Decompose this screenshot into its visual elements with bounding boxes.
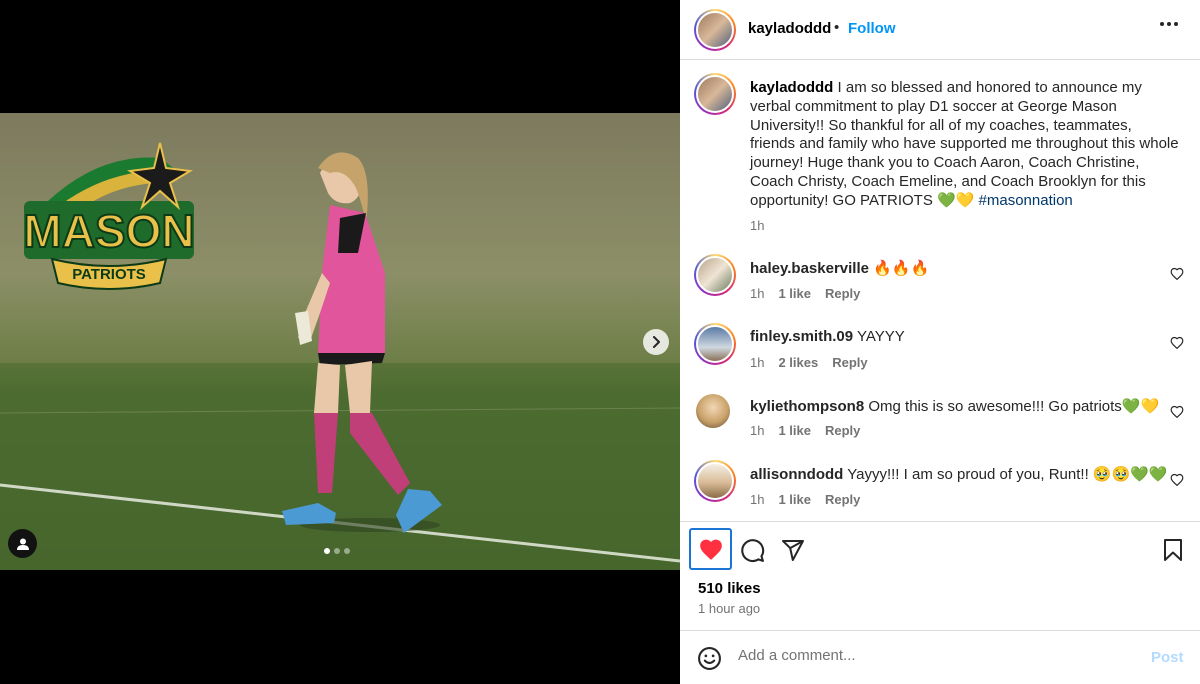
comment-time[interactable]: 1h (750, 355, 764, 370)
comment-meta: 1h 1 like Reply (750, 423, 860, 438)
caption-avatar[interactable] (694, 73, 736, 115)
logo-subtext: PATRIOTS (72, 266, 146, 283)
heart-filled-icon (699, 539, 722, 560)
comment-likes[interactable]: 1 like (778, 492, 811, 507)
post-timestamp[interactable]: 1 hour ago (698, 601, 760, 616)
next-slide-button[interactable] (643, 329, 669, 355)
heart-outline-icon[interactable] (1170, 473, 1184, 486)
reply-button[interactable]: Reply (825, 492, 860, 507)
emoji-icon[interactable] (697, 646, 722, 671)
tagged-users-button[interactable] (8, 529, 37, 558)
post-comment-button[interactable]: Post (1151, 649, 1184, 666)
comment-icon[interactable] (740, 538, 765, 563)
add-comment-bar: Post (680, 630, 1200, 684)
carousel-dot-2 (334, 548, 340, 554)
likes-count[interactable]: 510 likes (698, 580, 761, 597)
comment-meta: 1h 1 like Reply (750, 286, 860, 301)
chevron-right-icon (653, 336, 660, 348)
logo-text: MASON (23, 205, 194, 257)
like-button[interactable] (689, 528, 732, 570)
caption-meta: 1h (750, 218, 764, 233)
comment: kyliethompson8 Omg this is so awesome!!!… (750, 397, 1159, 415)
comments-section: kayladoddd I am so blessed and honored t… (680, 61, 1200, 521)
comment-likes[interactable]: 1 like (778, 423, 811, 438)
follow-button[interactable]: Follow (848, 20, 896, 37)
comment-username[interactable]: finley.smith.09 (750, 328, 853, 345)
author-avatar[interactable] (694, 9, 736, 51)
carousel-dots (324, 548, 350, 554)
caption-body: I am so blessed and honored to announce … (750, 79, 1179, 209)
user-tag-icon (16, 538, 29, 550)
carousel-dot-3 (344, 548, 350, 554)
post-media: MASON PATRIOTS (0, 0, 680, 684)
comment-avatar[interactable] (694, 254, 736, 296)
comment-username[interactable]: haley.baskerville (750, 260, 869, 277)
comment-meta: 1h 2 likes Reply (750, 355, 868, 370)
comment-avatar[interactable] (694, 460, 736, 502)
share-icon[interactable] (781, 538, 805, 562)
comment-time[interactable]: 1h (750, 286, 764, 301)
heart-outline-icon[interactable] (1170, 405, 1184, 418)
caption-time[interactable]: 1h (750, 218, 764, 233)
comment-username[interactable]: allisonndodd (750, 466, 843, 483)
comment-username[interactable]: kyliethompson8 (750, 398, 864, 415)
post-details-panel: kayladoddd • Follow kayladoddd I am so b… (680, 0, 1200, 684)
heart-outline-icon[interactable] (1170, 267, 1184, 280)
comment-time[interactable]: 1h (750, 492, 764, 507)
comment: haley.baskerville 🔥🔥🔥 (750, 259, 929, 277)
caption-hashtag[interactable]: #masonnation (979, 192, 1073, 209)
comment-time[interactable]: 1h (750, 423, 764, 438)
comment-likes[interactable]: 1 like (778, 286, 811, 301)
post-photo[interactable]: MASON PATRIOTS (0, 113, 680, 570)
caption-username[interactable]: kayladoddd (750, 79, 833, 96)
comment-input[interactable] (738, 647, 1118, 664)
comment-avatar[interactable] (694, 323, 736, 365)
comment-body: 🔥🔥🔥 (873, 260, 930, 277)
soccer-photo: MASON PATRIOTS (0, 113, 680, 570)
comment: finley.smith.09 YAYYY (750, 328, 905, 345)
post-actions: 510 likes 1 hour ago (680, 521, 1200, 621)
comment-likes[interactable]: 2 likes (778, 355, 818, 370)
heart-outline-icon[interactable] (1170, 336, 1184, 349)
comment-body: YAYYY (857, 328, 905, 345)
comment: allisonndodd Yayyy!!! I am so proud of y… (750, 465, 1168, 483)
reply-button[interactable]: Reply (825, 423, 860, 438)
comment-avatar[interactable] (696, 394, 730, 428)
caption: kayladoddd I am so blessed and honored t… (750, 79, 1180, 211)
more-options-icon[interactable] (1160, 22, 1178, 26)
comment-body: Yayyy!!! I am so proud of you, Runt!! 🥹🥹… (847, 466, 1168, 483)
carousel-dot-1 (324, 548, 330, 554)
post-header: kayladoddd • Follow (680, 0, 1200, 60)
comment-meta: 1h 1 like Reply (750, 492, 860, 507)
header-separator: • (834, 19, 840, 36)
bookmark-icon[interactable] (1162, 538, 1184, 562)
author-username[interactable]: kayladoddd (748, 20, 831, 37)
reply-button[interactable]: Reply (825, 286, 860, 301)
reply-button[interactable]: Reply (832, 355, 867, 370)
comment-body: Omg this is so awesome!!! Go patriots💚💛 (868, 398, 1160, 415)
